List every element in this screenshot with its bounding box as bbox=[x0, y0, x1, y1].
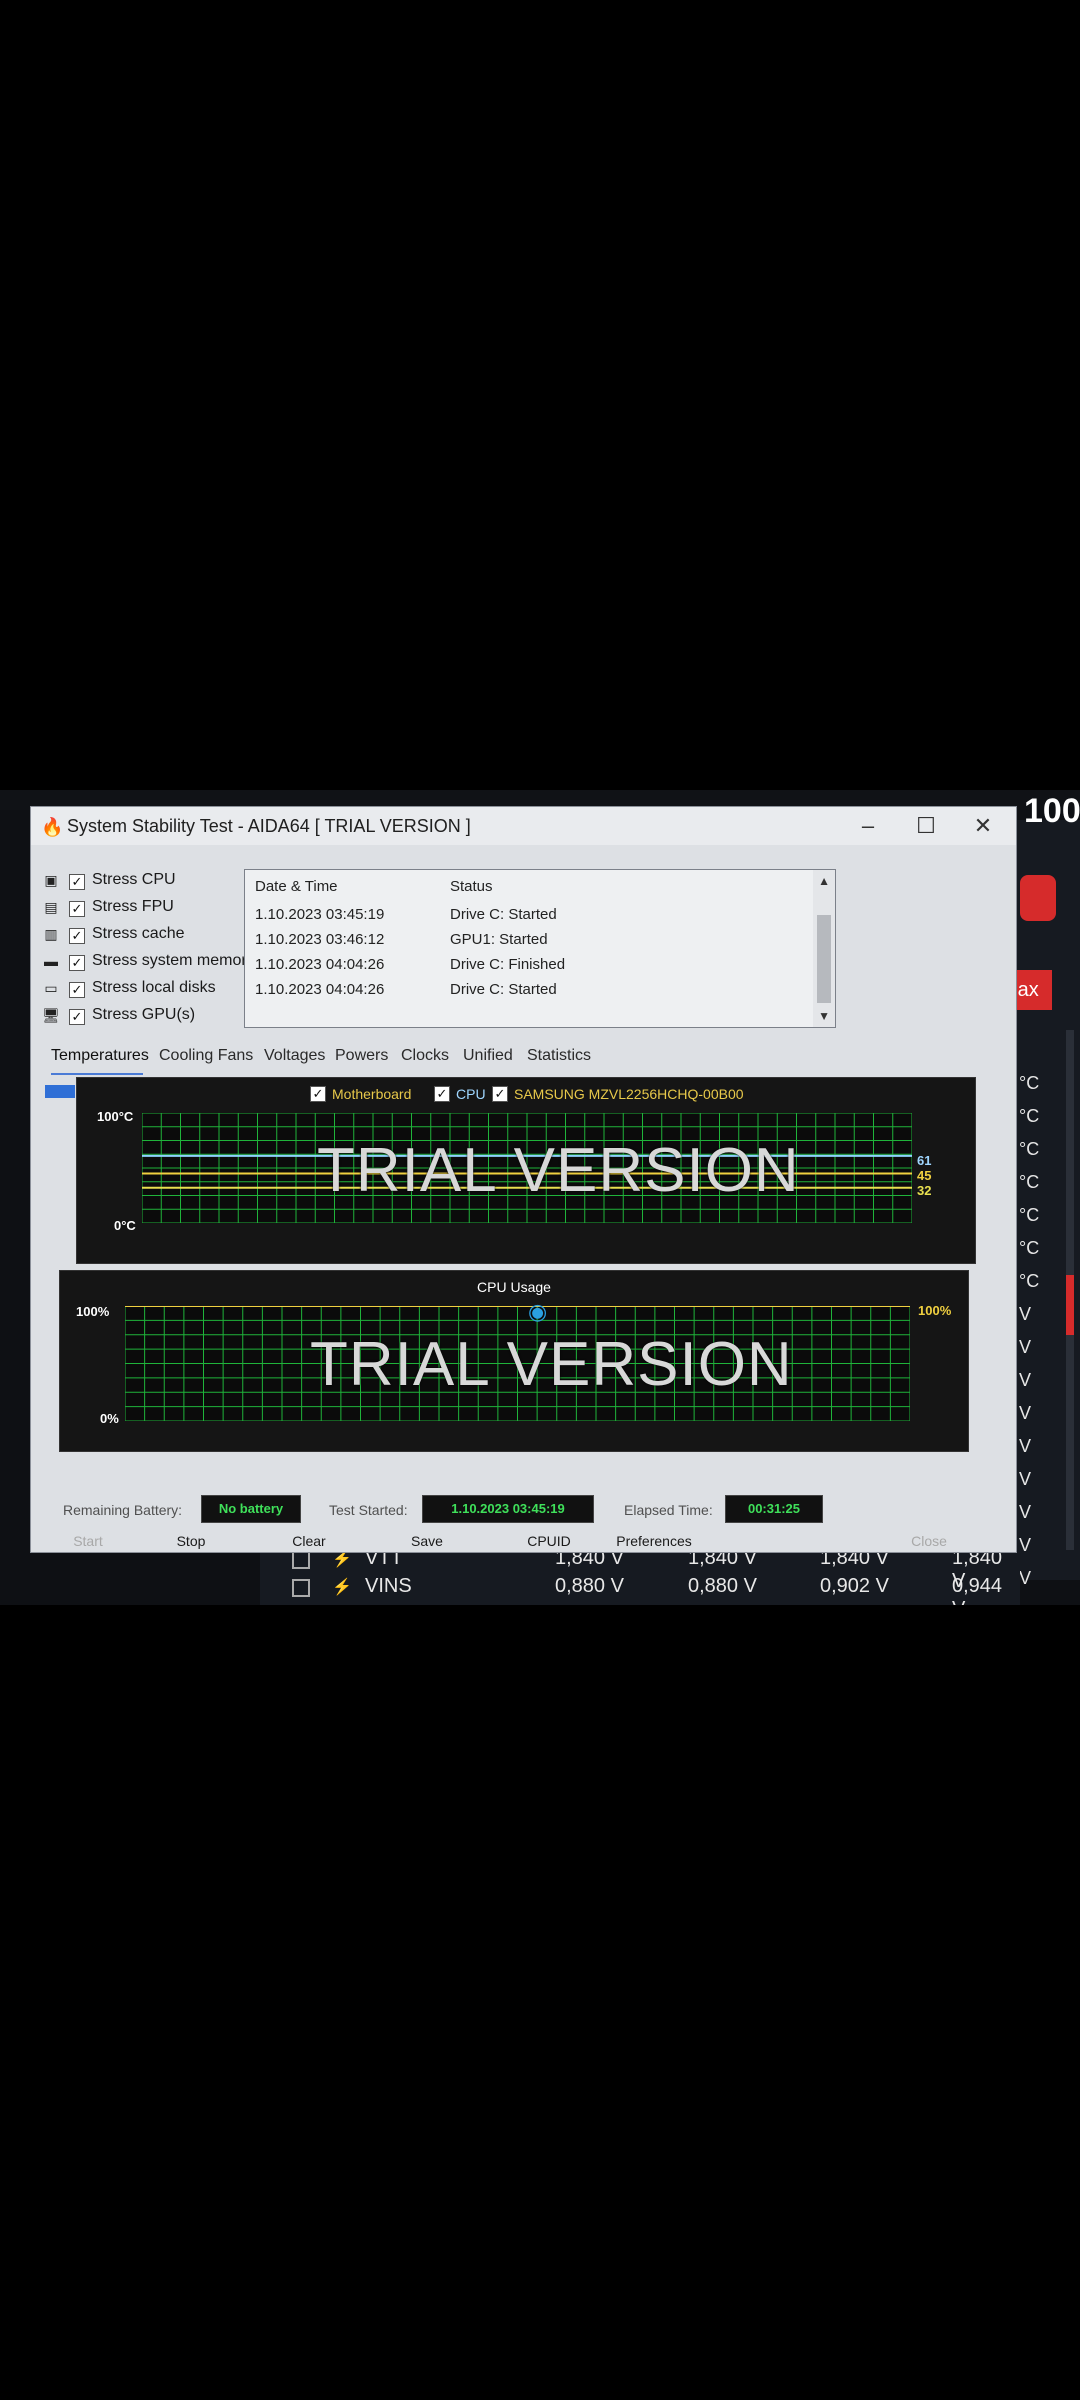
cpu-ymax-label: 100% bbox=[76, 1304, 110, 1319]
scroll-down-icon[interactable]: ▼ bbox=[818, 1009, 830, 1023]
minimize-button[interactable]: – bbox=[853, 811, 883, 841]
preferences-button[interactable]: Preferences bbox=[599, 1529, 709, 1553]
row-checkbox bbox=[292, 1551, 310, 1569]
log-row[interactable]: 1.10.2023 04:04:26 Drive C: Started bbox=[255, 981, 557, 998]
close-button[interactable]: Close bbox=[889, 1529, 969, 1553]
test-started-value: 1.10.2023 03:45:19 bbox=[422, 1495, 594, 1523]
legend-cpu-checkbox[interactable]: ✓ bbox=[434, 1086, 450, 1103]
tab-temperatures[interactable]: Temperatures bbox=[51, 1047, 149, 1065]
log-scrollbar-thumb[interactable] bbox=[817, 915, 831, 1003]
start-button[interactable]: Start bbox=[53, 1529, 123, 1553]
background-red-icon bbox=[1020, 875, 1056, 921]
row-checkbox bbox=[292, 1579, 310, 1597]
stability-test-window: 🔥 System Stability Test - AIDA64 [ TRIAL… bbox=[30, 806, 1017, 1553]
photo-screen: 100 lax 0 °C 0 °C 0 °C 0 °C 0 °C 0 °C 0 … bbox=[0, 790, 1080, 1605]
stress-memory-checkbox[interactable]: ✓ bbox=[69, 955, 85, 971]
cpu-chip-icon: ▣ bbox=[44, 872, 58, 888]
trial-watermark: TRIAL VERSION bbox=[310, 1330, 793, 1399]
cpu-usage-readout: 100% bbox=[918, 1303, 952, 1318]
background-sensor-rows: ⚡ VTT 1,840 V 1,840 V 1,840 V 1,840 V ⚡ … bbox=[260, 1545, 1020, 1605]
cpu-ymin-label: 0% bbox=[100, 1411, 119, 1426]
temp-ymax-label: 100°C bbox=[97, 1109, 134, 1124]
cpuid-button[interactable]: CPUID bbox=[504, 1529, 594, 1553]
battery-label: Remaining Battery: bbox=[63, 1502, 183, 1518]
mouse-cursor-icon: ◉ bbox=[528, 1299, 548, 1324]
stress-cpu-option[interactable]: ▣ ✓ Stress CPU bbox=[41, 870, 271, 894]
temperature-chart: ✓ Motherboard ✓ CPU ✓ SAMSUNG MZVL2256HCHQ-… bbox=[76, 1077, 976, 1264]
log-row[interactable]: 1.10.2023 04:04:26 Drive C: Finished bbox=[255, 956, 565, 973]
stress-cache-checkbox[interactable]: ✓ bbox=[69, 928, 85, 944]
background-scrollbar-thumb bbox=[1066, 1275, 1074, 1335]
tab-unified[interactable]: Unified bbox=[463, 1047, 513, 1065]
readout-motherboard: 45 bbox=[917, 1168, 932, 1183]
tab-voltages[interactable]: Voltages bbox=[264, 1047, 325, 1065]
log-row[interactable]: 1.10.2023 03:45:19 Drive C: Started bbox=[255, 906, 557, 923]
stress-memory-option[interactable]: ▬ ✓ Stress system memory bbox=[41, 951, 271, 975]
sensor-selection-marker bbox=[45, 1085, 75, 1098]
window-title: System Stability Test - AIDA64 [ TRIAL V… bbox=[67, 816, 471, 836]
legend-cpu[interactable]: ✓ CPU bbox=[434, 1086, 486, 1103]
chart-tabs: Temperatures Cooling Fans Voltages Power… bbox=[51, 1047, 751, 1075]
legend-ssd-checkbox[interactable]: ✓ bbox=[492, 1086, 508, 1103]
readout-cpu: 61 bbox=[917, 1153, 932, 1168]
close-window-button[interactable]: ✕ bbox=[968, 811, 998, 841]
background-readout: 100 bbox=[1024, 792, 1080, 830]
log-row[interactable]: 1.10.2023 03:46:12 GPU1: Started bbox=[255, 931, 548, 948]
tab-clocks[interactable]: Clocks bbox=[401, 1047, 449, 1065]
cpu-usage-title: CPU Usage bbox=[477, 1279, 551, 1295]
aida64-flame-icon: 🔥 bbox=[41, 817, 64, 837]
monitor-icon: 🖥 bbox=[42, 1007, 60, 1023]
log-scrollbar[interactable]: ▲ ▼ bbox=[813, 870, 835, 1027]
disk-drive-icon: ▭ bbox=[44, 980, 58, 996]
stop-button[interactable]: Stop bbox=[151, 1529, 231, 1553]
battery-value: No battery bbox=[201, 1495, 301, 1523]
stress-cache-option[interactable]: ▥ ✓ Stress cache bbox=[41, 924, 271, 948]
trial-watermark: TRIAL VERSION bbox=[317, 1136, 800, 1205]
legend-motherboard[interactable]: ✓ Motherboard bbox=[310, 1086, 411, 1103]
title-bar[interactable]: 🔥 System Stability Test - AIDA64 [ TRIAL… bbox=[31, 807, 1016, 845]
active-tab-indicator bbox=[51, 1073, 143, 1075]
clear-button[interactable]: Clear bbox=[269, 1529, 349, 1553]
elapsed-time-label: Elapsed Time: bbox=[624, 1502, 713, 1518]
fpu-chip-icon: ▤ bbox=[44, 899, 58, 915]
test-started-label: Test Started: bbox=[329, 1502, 408, 1518]
maximize-button[interactable]: ☐ bbox=[911, 811, 941, 841]
log-header-status[interactable]: Status bbox=[450, 878, 493, 895]
stress-cpu-checkbox[interactable]: ✓ bbox=[69, 874, 85, 890]
tab-statistics[interactable]: Statistics bbox=[527, 1047, 591, 1065]
cache-chip-icon: ▥ bbox=[44, 926, 58, 942]
event-log-list[interactable]: Date & Time Status 1.10.2023 03:45:19 Dr… bbox=[244, 869, 836, 1028]
voltage-icon: ⚡ bbox=[332, 1579, 352, 1596]
memory-module-icon: ▬ bbox=[44, 953, 58, 969]
stress-disks-option[interactable]: ▭ ✓ Stress local disks bbox=[41, 978, 271, 1002]
tab-powers[interactable]: Powers bbox=[335, 1047, 388, 1065]
log-header-date[interactable]: Date & Time bbox=[255, 878, 338, 895]
legend-samsung-ssd[interactable]: ✓ SAMSUNG MZVL2256HCHQ-00B00 bbox=[492, 1086, 744, 1103]
stress-fpu-checkbox[interactable]: ✓ bbox=[69, 901, 85, 917]
scroll-up-icon[interactable]: ▲ bbox=[818, 874, 830, 888]
stress-gpu-option[interactable]: 🖥 ✓ Stress GPU(s) bbox=[41, 1005, 271, 1029]
tab-cooling-fans[interactable]: Cooling Fans bbox=[159, 1047, 253, 1065]
elapsed-time-value: 00:31:25 bbox=[725, 1495, 823, 1523]
save-button[interactable]: Save bbox=[387, 1529, 467, 1553]
legend-motherboard-checkbox[interactable]: ✓ bbox=[310, 1086, 326, 1103]
stress-disks-checkbox[interactable]: ✓ bbox=[69, 982, 85, 998]
stress-fpu-option[interactable]: ▤ ✓ Stress FPU bbox=[41, 897, 271, 921]
readout-ssd: 32 bbox=[917, 1183, 932, 1198]
background-row: ⚡ VINS 0,880 V 0,880 V 0,902 V 0,944 V bbox=[260, 1573, 1020, 1605]
stress-gpu-checkbox[interactable]: ✓ bbox=[69, 1009, 85, 1025]
cpu-usage-chart: CPU Usage 100% 0% TRIAL VERSION 100% ◉ bbox=[59, 1270, 969, 1452]
temp-ymin-label: 0°C bbox=[114, 1218, 136, 1233]
